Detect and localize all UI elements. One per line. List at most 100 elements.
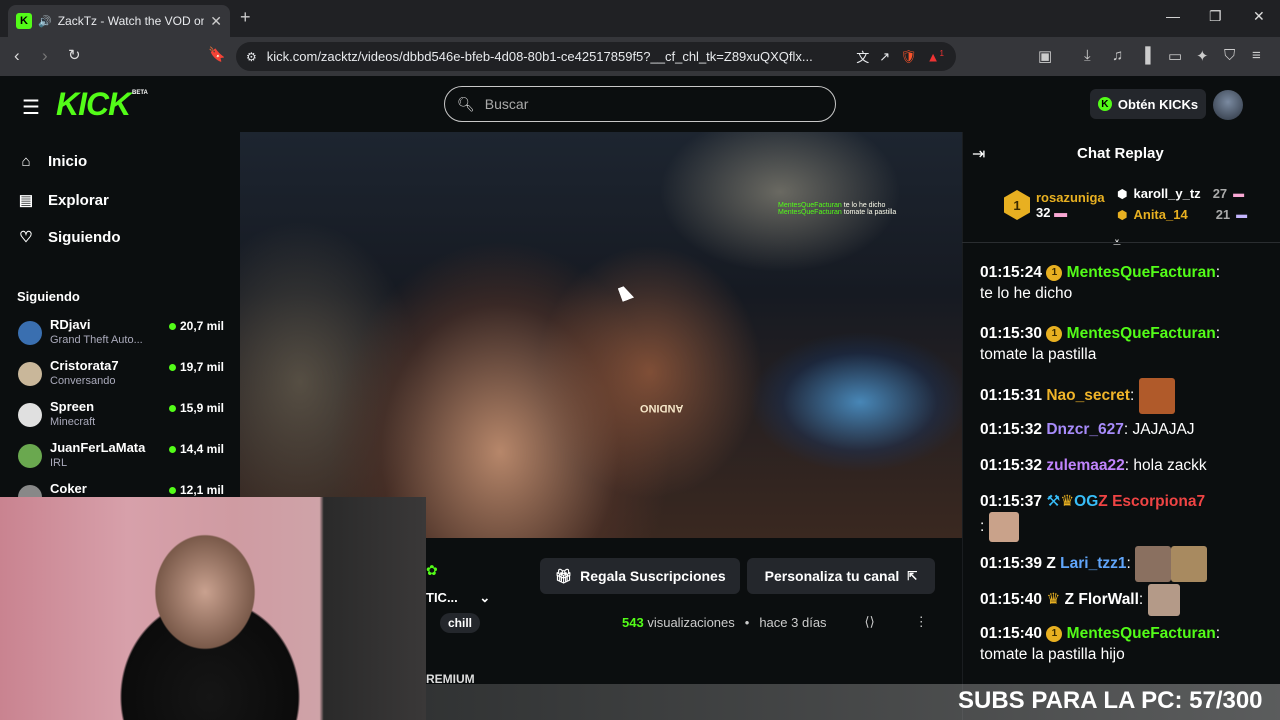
menu-icon[interactable]: ≡ — [1252, 47, 1261, 64]
sub-badge-icon: 1 — [1046, 264, 1063, 281]
tag-chip[interactable]: chill — [440, 613, 480, 633]
get-kicks-label: Obtén KICKs — [1117, 96, 1199, 112]
top-gifter-3[interactable]: ⬢ Anita_14 21 ▬ — [1117, 207, 1247, 222]
media-icon[interactable]: ♫ — [1112, 47, 1123, 64]
chat-message: 01:15:40 1 MentesQueFacturan: tomate la … — [980, 625, 1220, 663]
search-placeholder: Buscar — [484, 96, 529, 112]
customize-channel-button[interactable]: Personaliza tu canal ⇱ — [747, 558, 935, 594]
sidebar-item-label: Inicio — [48, 153, 88, 170]
og-badge-icon: OG — [1074, 493, 1099, 510]
top-gifter-2[interactable]: ⬢ karoll_y_tz 27 ▬ — [1117, 186, 1244, 201]
avatar — [18, 362, 42, 386]
leo-icon[interactable]: ✦ — [1196, 47, 1209, 65]
live-dot-icon — [168, 322, 176, 330]
share-icon[interactable]: ↗ — [879, 49, 890, 65]
home-icon: ⌂ — [21, 153, 31, 170]
chat-message: 01:15:32 Dnzcr_627: JAJAJAJ — [980, 421, 1195, 438]
close-tab-icon[interactable]: ✕ — [210, 13, 222, 30]
live-dot-icon — [168, 404, 176, 412]
search-icon: 🔍︎ — [457, 95, 475, 112]
top-gifter-1[interactable]: 1 rosazuniga 32 ▬ — [1004, 190, 1105, 220]
wallet-icon[interactable]: ▭ — [1168, 47, 1182, 65]
following-item[interactable]: RDjavi Grand Theft Auto... 20,7 mil — [18, 317, 224, 355]
webcam-overlay — [0, 497, 426, 720]
search-input[interactable]: 🔍︎ Buscar — [444, 86, 836, 122]
collapse-chat-icon[interactable]: ⇥ — [972, 144, 985, 164]
sidebar-item-inicio[interactable]: ⌂ Inicio — [18, 153, 87, 170]
sidebar-item-siguiendo[interactable]: ♡ Siguiendo — [18, 228, 121, 247]
sidebar-item-explorar[interactable]: ▤ Explorar — [18, 191, 109, 210]
following-section-title: Siguiendo — [17, 289, 80, 304]
new-tab-icon[interactable]: + — [240, 7, 251, 28]
close-window-icon[interactable]: ✕ — [1253, 8, 1265, 25]
customize-channel-label: Personaliza tu canal — [764, 568, 900, 584]
translate-icon[interactable]: 文 — [856, 47, 869, 66]
share-icon[interactable]: ⟨⟩ — [865, 614, 875, 630]
bookmark-icon[interactable]: 🔖 — [208, 46, 225, 63]
sub-badge-icon: 1 — [1046, 325, 1063, 342]
z-badge-icon: Z — [1046, 555, 1056, 573]
download-icon[interactable]: ⤓ — [1084, 47, 1091, 64]
sign-text: ANDINO — [640, 402, 684, 414]
user-avatar[interactable] — [1213, 90, 1243, 120]
rank-badge-icon: 1 — [1004, 190, 1030, 220]
chat-message: 01:15:31 Nao_secret: — [980, 378, 1270, 414]
browser-tab[interactable]: K 🔊 ZackTz - Watch the VOD on Kick ✕ — [8, 5, 230, 37]
emote-icon — [1135, 546, 1172, 582]
following-item[interactable]: Coker 12,1 mil — [18, 481, 224, 497]
live-dot-icon — [168, 363, 176, 371]
site-info-icon[interactable]: ⚙ — [246, 50, 257, 64]
kick-favicon-icon: K — [16, 13, 32, 29]
vpn-icon[interactable]: ⛉ — [1224, 47, 1235, 64]
video-stats: 543 visualizaciones • hace 3 días ⟨⟩ ⋮ — [622, 614, 928, 630]
kicks-coin-icon: K — [1097, 97, 1112, 111]
avatar — [18, 403, 42, 427]
beta-label: BETA — [132, 90, 148, 96]
following-item[interactable]: Cristorata7 Conversando 19,7 mil — [18, 358, 224, 396]
url-text: kick.com/zacktz/videos/dbbd546e-bfeb-4d0… — [266, 49, 813, 64]
rank-badge-icon: ⬢ — [1117, 186, 1128, 201]
more-options-icon[interactable]: ⋮ — [915, 614, 928, 630]
forward-icon[interactable]: › — [42, 46, 48, 66]
rewards-icon[interactable]: ▲1 — [927, 49, 944, 64]
following-item[interactable]: JuanFerLaMata IRL 14,4 mil — [18, 440, 224, 478]
back-icon[interactable]: ‹ — [14, 46, 20, 66]
hamburger-menu-icon[interactable]: ☰ — [22, 95, 40, 120]
sub-goal-text: SUBS PARA LA PC: 57/300 — [958, 687, 1263, 714]
avatar — [18, 485, 42, 497]
emote-icon — [988, 512, 1019, 542]
sidebar-item-label: Explorar — [48, 191, 109, 209]
get-kicks-button[interactable]: K Obtén KICKs — [1090, 89, 1206, 119]
gift-subs-label: Regala Suscripciones — [580, 568, 726, 584]
avatar — [18, 321, 42, 345]
reload-icon[interactable]: ↻ — [68, 46, 81, 64]
minimize-icon[interactable]: — — [1166, 8, 1180, 24]
following-item[interactable]: Spreen Minecraft 15,9 mil — [18, 399, 224, 437]
hammer-badge-icon: ⚒ — [1046, 493, 1061, 510]
channel-title-partial: TIC... ⌄ — [426, 590, 491, 605]
brave-shield-icon[interactable]: 🛡 — [900, 49, 917, 65]
sidebar-toggle-icon[interactable]: ▐ — [1140, 47, 1151, 64]
crown-badge-icon: ♛ — [1060, 493, 1075, 510]
maximize-icon[interactable]: ❐ — [1209, 8, 1222, 25]
gift-icon: 🎁︎ — [554, 567, 573, 584]
speaker-icon[interactable]: 🔊 — [38, 15, 52, 28]
chat-message: 01:15:30 1 MentesQueFacturan: tomate la … — [980, 325, 1220, 363]
tab-search-icon[interactable]: ▣ — [1038, 47, 1052, 65]
chevron-down-icon: ⌄ — [479, 590, 491, 605]
chat-title: Chat Replay — [1077, 145, 1164, 162]
gift-subs-button[interactable]: 🎁︎ Regala Suscripciones — [540, 558, 740, 594]
kick-logo[interactable]: KICK — [56, 86, 131, 123]
chat-message: 01:15:32 zulemaa22: hola zackk — [980, 457, 1207, 474]
sidebar-item-label: Siguiendo — [48, 228, 121, 246]
video-player[interactable]: MentesQueFacturan te lo he dicho MentesQ… — [240, 132, 962, 538]
rank-badge-icon: ⬢ — [1117, 207, 1128, 222]
emote-icon — [1138, 378, 1175, 414]
chat-message: 01:15:39 Z Lari_tzz1: — [980, 546, 1270, 582]
compass-icon: ▤ — [18, 192, 34, 209]
chat-message: 01:15:37 ⚒♛OGZ Escorpiona7: — [980, 491, 1270, 542]
address-bar[interactable]: ⚙ kick.com/zacktz/videos/dbbd546e-bfeb-4… — [236, 42, 956, 71]
external-link-icon: ⇱ — [907, 569, 918, 583]
emote-icon — [1171, 546, 1208, 582]
verified-icon: ✿ — [426, 562, 438, 578]
